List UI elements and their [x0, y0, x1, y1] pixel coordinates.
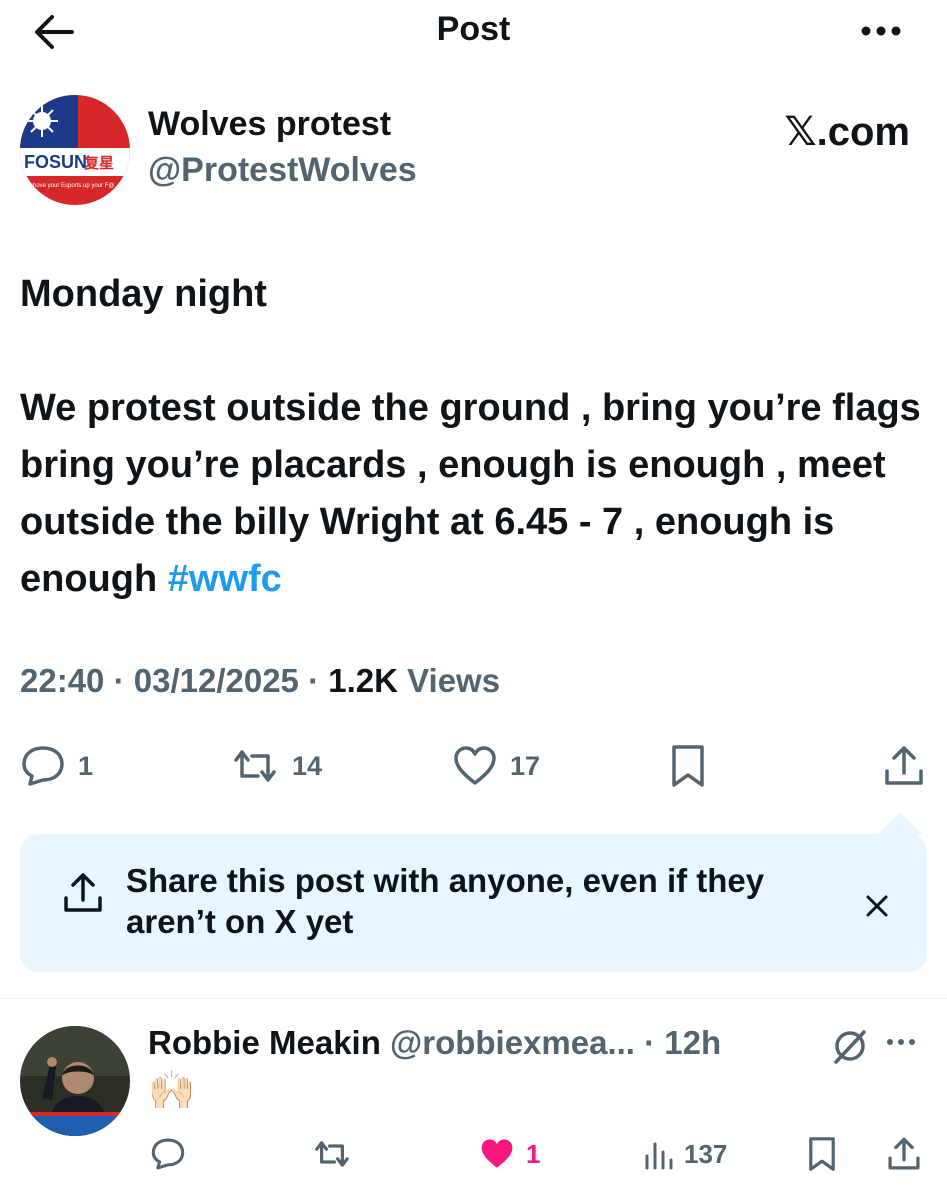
post-author: FOSUN 复星 shove your Esports up your F@ W…	[20, 95, 920, 210]
x-watermark: 𝕏.com	[784, 110, 910, 154]
reply-like-count: 1	[526, 1138, 541, 1169]
post-time: 22:40	[20, 662, 105, 699]
heart-filled-icon	[481, 1139, 513, 1168]
bookmark-icon	[672, 745, 704, 787]
post-body: We protest outside the ground , bring yo…	[20, 387, 921, 600]
repost-count: 14	[292, 750, 323, 781]
reply-button[interactable]: 1	[20, 736, 93, 796]
author-handle[interactable]: @ProtestWolves	[148, 151, 417, 190]
svg-text:复星: 复星	[83, 154, 114, 172]
reply-repost-button[interactable]	[312, 1132, 352, 1176]
close-icon	[866, 895, 888, 917]
bookmark-icon	[809, 1137, 835, 1171]
views-icon	[645, 1142, 673, 1170]
share-icon	[888, 1137, 920, 1170]
more-horizontal-icon	[887, 1039, 915, 1045]
author-avatar[interactable]: FOSUN 复星 shove your Esports up your F@	[20, 95, 130, 205]
close-button[interactable]	[857, 886, 897, 926]
more-button[interactable]	[857, 16, 905, 46]
share-prompt-text: Share this post with anyone, even if the…	[126, 862, 765, 940]
hashtag-link[interactable]: #wwfc	[168, 558, 282, 600]
views-label: Views	[407, 662, 501, 699]
share-icon	[885, 746, 923, 785]
svg-text:shove your Esports up your F@: shove your Esports up your F@	[30, 183, 114, 189]
reply-icon	[22, 746, 64, 786]
top-bar: Post	[0, 0, 947, 66]
reply-post[interactable]: Robbie Meakin @robbiexmea... · 12h 🙌🏻 1	[0, 1000, 947, 1200]
grok-icon	[834, 1030, 866, 1064]
more-horizontal-icon	[861, 26, 901, 36]
page-title: Post	[436, 10, 511, 48]
reply-avatar[interactable]	[20, 1026, 130, 1136]
author-name[interactable]: Wolves protest	[148, 105, 391, 144]
reply-views-button[interactable]: 137	[644, 1132, 727, 1176]
post-line-1: Monday night	[20, 273, 267, 315]
share-prompt-card[interactable]: Share this post with anyone, even if the…	[20, 811, 927, 972]
reply-time: 12h	[664, 1024, 722, 1061]
heart-icon	[454, 746, 496, 785]
like-button[interactable]: 17	[452, 736, 540, 796]
reply-reply-button[interactable]	[150, 1132, 186, 1176]
grok-button[interactable]	[830, 1026, 870, 1071]
post-text: Monday night We protest outside the grou…	[20, 266, 930, 608]
divider	[0, 998, 947, 999]
reply-icon	[151, 1138, 185, 1170]
repost-icon	[234, 750, 276, 782]
reply-text: 🙌🏻	[148, 1068, 196, 1112]
share-prompt-icon	[60, 870, 106, 923]
bookmark-button[interactable]	[668, 736, 708, 796]
reply-author-name[interactable]: Robbie Meakin	[148, 1024, 381, 1061]
reply-bookmark-button[interactable]	[806, 1132, 838, 1176]
repost-icon	[315, 1141, 349, 1167]
post-date: 03/12/2025	[133, 662, 299, 699]
post-meta: 22:40 · 03/12/2025 · 1.2K Views	[20, 662, 501, 699]
reply-count: 1	[78, 750, 94, 781]
post-actions: 1 14 17	[0, 736, 947, 796]
views-count: 1.2K	[328, 662, 398, 699]
reply-views-count: 137	[684, 1138, 728, 1169]
reply-header: Robbie Meakin @robbiexmea... · 12h	[148, 1024, 722, 1061]
svg-text:FOSUN: FOSUN	[24, 152, 87, 172]
share-button[interactable]	[882, 736, 926, 796]
reply-author-handle[interactable]: @robbiexmea...	[390, 1024, 635, 1061]
reply-share-button[interactable]	[886, 1132, 922, 1176]
reply-like-button[interactable]: 1	[478, 1132, 540, 1176]
like-count: 17	[510, 750, 541, 781]
repost-button[interactable]: 14	[230, 736, 322, 796]
reply-more-button[interactable]	[886, 1034, 916, 1052]
